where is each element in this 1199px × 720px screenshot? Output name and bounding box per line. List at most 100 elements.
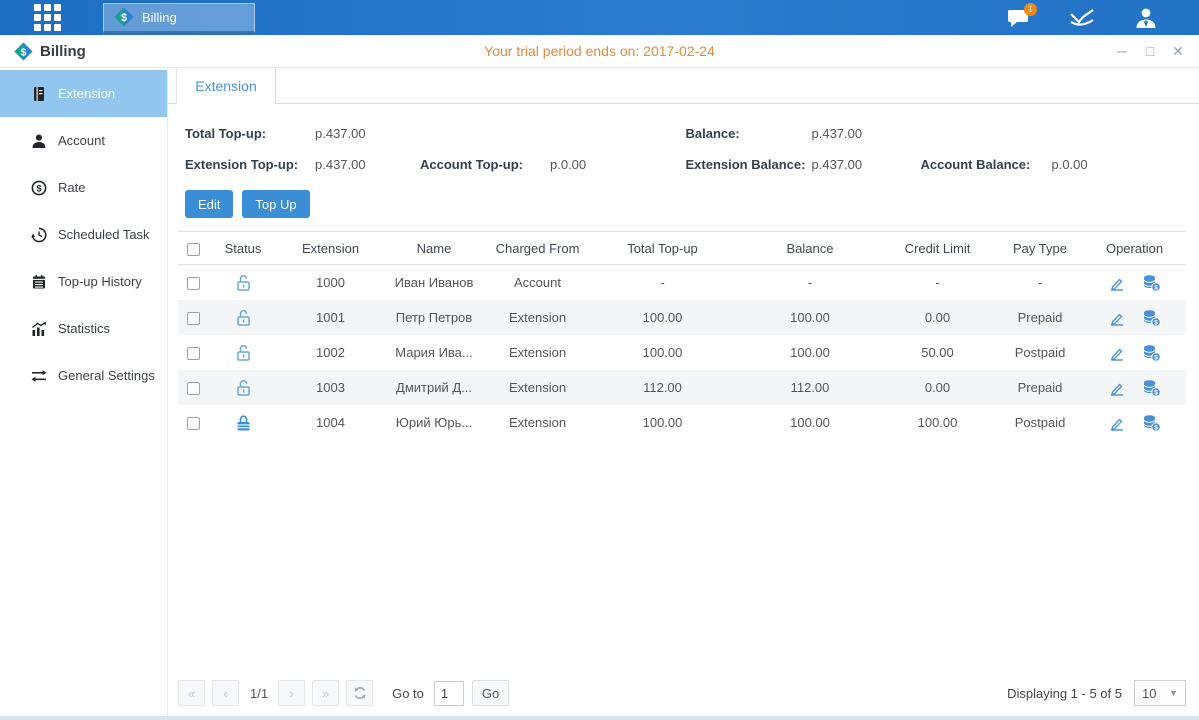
prev-page-button[interactable]: ‹ bbox=[212, 680, 239, 706]
name-cell: Мария Ива... bbox=[383, 345, 485, 360]
select-all-checkbox[interactable] bbox=[187, 243, 200, 256]
sidebar-item-statistics[interactable]: Statistics bbox=[0, 305, 167, 352]
taskbar-item-billing[interactable]: $ Billing bbox=[103, 3, 255, 33]
col-extension: Extension bbox=[278, 241, 383, 256]
table-row: 1001 Петр Петров Extension 100.00 100.00… bbox=[178, 300, 1186, 335]
edit-row-icon[interactable] bbox=[1108, 344, 1126, 362]
goto-page-input[interactable] bbox=[434, 681, 464, 706]
maximize-button[interactable]: □ bbox=[1141, 43, 1159, 60]
account-topup-value: p.0.00 bbox=[550, 157, 586, 172]
sidebar-item-extension[interactable]: Extension bbox=[0, 70, 167, 117]
notification-badge: ! bbox=[1024, 3, 1037, 16]
balance-cell: 100.00 bbox=[735, 415, 885, 430]
status-cell bbox=[208, 379, 278, 397]
col-charged-from: Charged From bbox=[485, 241, 590, 256]
top-up-row-icon[interactable]: $ bbox=[1142, 344, 1161, 362]
last-page-button[interactable]: » bbox=[312, 680, 339, 706]
charged-from-cell: Extension bbox=[485, 345, 590, 360]
status-cell bbox=[208, 309, 278, 327]
credit-limit-cell: 50.00 bbox=[885, 345, 990, 360]
row-checkbox[interactable] bbox=[187, 417, 200, 430]
svg-text:$: $ bbox=[1154, 424, 1158, 431]
top-up-row-icon[interactable]: $ bbox=[1142, 414, 1161, 432]
go-button[interactable]: Go bbox=[472, 680, 509, 706]
person-icon bbox=[1133, 6, 1159, 30]
lock-closed-icon bbox=[235, 414, 252, 432]
sidebar-item-rate[interactable]: $ Rate bbox=[0, 164, 167, 211]
topup-history-icon bbox=[31, 274, 47, 290]
extension-balance-value: p.437.00 bbox=[812, 157, 921, 172]
sidebar-item-account[interactable]: Account bbox=[0, 117, 167, 164]
col-operation: Operation bbox=[1090, 241, 1179, 256]
top-up-row-icon[interactable]: $ bbox=[1142, 309, 1161, 327]
account-topup-label: Account Top-up: bbox=[420, 157, 550, 172]
page-size-select[interactable]: 10 ▼ bbox=[1134, 680, 1186, 706]
row-checkbox[interactable] bbox=[187, 382, 200, 395]
refresh-button[interactable] bbox=[346, 680, 373, 706]
status-cell bbox=[208, 274, 278, 292]
total-topup-label: Total Top-up: bbox=[185, 126, 315, 141]
displaying-text: Displaying 1 - 5 of 5 bbox=[1007, 686, 1122, 701]
sidebar-item-topup-history[interactable]: Top-up History bbox=[0, 258, 167, 305]
sidebar-item-general-settings[interactable]: General Settings bbox=[0, 352, 167, 399]
tab-bar: Extension bbox=[168, 68, 1199, 104]
balance-value: p.437.00 bbox=[812, 126, 863, 141]
balance-cell: 100.00 bbox=[735, 345, 885, 360]
row-checkbox[interactable] bbox=[187, 277, 200, 290]
reports-icon[interactable] bbox=[1067, 5, 1097, 31]
user-account-icon[interactable] bbox=[1131, 5, 1161, 31]
first-page-button[interactable]: « bbox=[178, 680, 205, 706]
col-name: Name bbox=[383, 241, 485, 256]
close-button[interactable]: ✕ bbox=[1169, 43, 1187, 60]
top-up-button[interactable]: Top Up bbox=[242, 190, 309, 218]
edit-row-icon[interactable] bbox=[1108, 309, 1126, 327]
statistics-icon bbox=[31, 321, 47, 337]
lock-open-icon bbox=[235, 309, 252, 327]
billing-app-icon: $ bbox=[114, 7, 134, 27]
sidebar-item-label: Rate bbox=[58, 180, 85, 195]
total-topup-cell: 100.00 bbox=[590, 345, 735, 360]
taskbar-item-label: Billing bbox=[142, 10, 177, 25]
tab-extension[interactable]: Extension bbox=[176, 68, 276, 104]
chevron-down-icon: ▼ bbox=[1169, 688, 1178, 698]
edit-row-icon[interactable] bbox=[1108, 414, 1126, 432]
top-up-row-icon[interactable]: $ bbox=[1142, 274, 1161, 292]
sidebar-item-label: General Settings bbox=[58, 368, 155, 383]
col-credit-limit: Credit Limit bbox=[885, 241, 990, 256]
account-icon bbox=[31, 133, 47, 149]
billing-window-icon: $ bbox=[14, 42, 33, 61]
row-checkbox[interactable] bbox=[187, 347, 200, 360]
edit-row-icon[interactable] bbox=[1108, 274, 1126, 292]
credit-limit-cell: - bbox=[885, 275, 990, 290]
col-total-topup: Total Top-up bbox=[590, 241, 735, 256]
svg-text:$: $ bbox=[1154, 319, 1158, 326]
svg-text:$: $ bbox=[1154, 284, 1158, 291]
lock-open-icon bbox=[235, 274, 252, 292]
pay-type-cell: - bbox=[990, 275, 1090, 290]
window-title: $ Billing bbox=[14, 42, 86, 61]
row-checkbox[interactable] bbox=[187, 312, 200, 325]
svg-text:$: $ bbox=[1154, 389, 1158, 396]
desktop-topbar: $ Billing ! bbox=[0, 0, 1199, 35]
sidebar-item-label: Top-up History bbox=[58, 274, 142, 289]
extension-topup-value: p.437.00 bbox=[315, 157, 420, 172]
charged-from-cell: Extension bbox=[485, 310, 590, 325]
sidebar-item-label: Statistics bbox=[58, 321, 110, 336]
table-row: 1000 Иван Иванов Account - - - - bbox=[178, 265, 1186, 300]
total-topup-cell: 100.00 bbox=[590, 310, 735, 325]
edit-button[interactable]: Edit bbox=[185, 190, 233, 218]
minimize-button[interactable]: ─ bbox=[1113, 43, 1131, 60]
balance-cell: 112.00 bbox=[735, 380, 885, 395]
apps-grid-icon[interactable] bbox=[34, 4, 61, 31]
refresh-icon bbox=[353, 686, 367, 700]
top-up-row-icon[interactable]: $ bbox=[1142, 379, 1161, 397]
edit-row-icon[interactable] bbox=[1108, 379, 1126, 397]
col-pay-type: Pay Type bbox=[990, 241, 1090, 256]
status-cell bbox=[208, 344, 278, 362]
pay-type-cell: Prepaid bbox=[990, 380, 1090, 395]
svg-text:$: $ bbox=[21, 47, 27, 58]
messages-icon[interactable]: ! bbox=[1003, 5, 1033, 31]
next-page-button[interactable]: › bbox=[278, 680, 305, 706]
page-indicator: 1/1 bbox=[250, 686, 268, 701]
sidebar-item-scheduled-task[interactable]: Scheduled Task bbox=[0, 211, 167, 258]
